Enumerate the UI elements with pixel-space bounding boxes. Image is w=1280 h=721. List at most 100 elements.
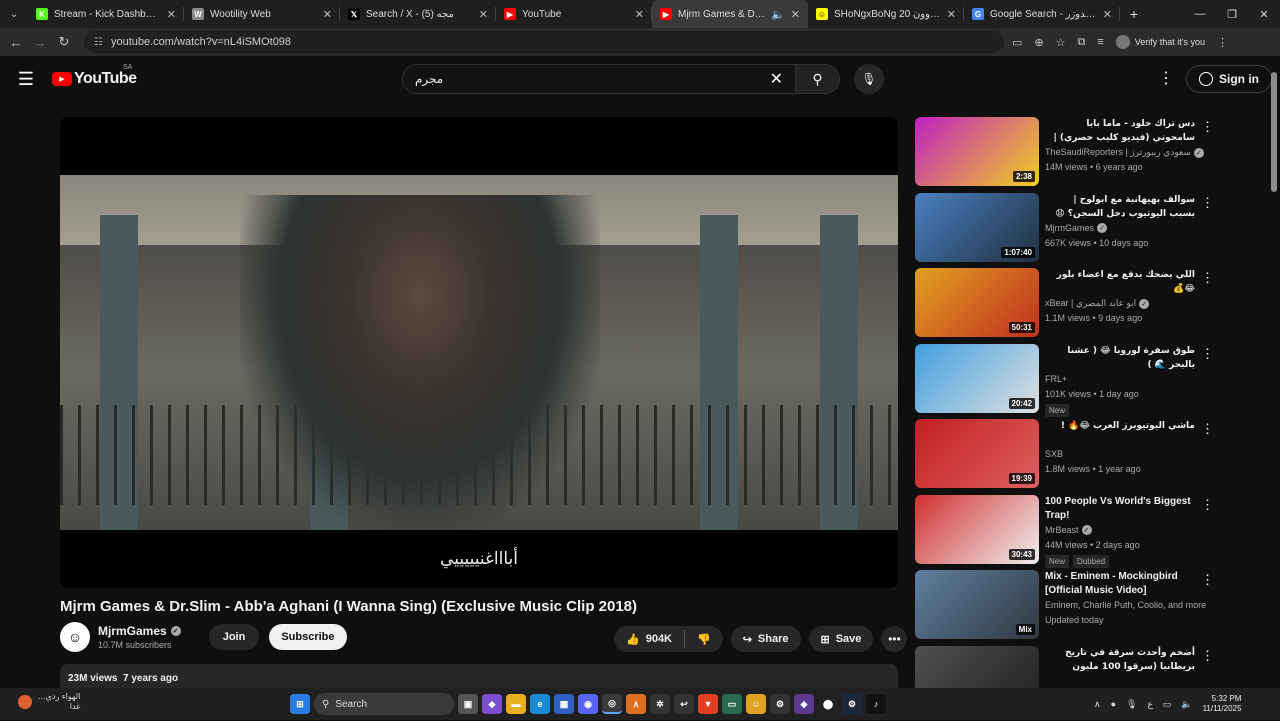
- channel-avatar[interactable]: ☺: [60, 622, 90, 652]
- new-tab-button[interactable]: +: [1120, 6, 1148, 22]
- recommendation-channel[interactable]: xBear | ابو عابد المصري✓: [1045, 298, 1149, 309]
- back-arrow-icon[interactable]: ←: [4, 35, 28, 50]
- search-input[interactable]: مجرم ✕: [402, 64, 796, 94]
- task-view-icon[interactable]: ▣: [458, 694, 478, 714]
- recommendation-item[interactable]: 1:07:40سوالف بهيهانية مع ابولوح | بسبب ا…: [915, 193, 1215, 269]
- app-icon[interactable]: ↩: [674, 694, 694, 714]
- close-window-icon[interactable]: ✕: [1248, 8, 1280, 21]
- search-button[interactable]: ⚲: [796, 64, 840, 94]
- recommendation-channel[interactable]: SXB: [1045, 449, 1063, 459]
- app-icon[interactable]: ☺: [746, 694, 766, 714]
- video-thumbnail[interactable]: 2:38: [915, 117, 1039, 186]
- taskbar-search[interactable]: ⚲ Search: [314, 693, 454, 715]
- recommendation-item[interactable]: MixMix - Eminem - Mockingbird [Official …: [915, 570, 1215, 646]
- browser-tab[interactable]: KStream - Kick Dashboard✕: [28, 0, 184, 28]
- file-explorer-icon[interactable]: ▬: [506, 694, 526, 714]
- recommendation-channel[interactable]: TheSaudiReporters | سعودي ريبورترز✓: [1045, 147, 1204, 158]
- recommendation-item[interactable]: 30:43100 People Vs World's Biggest Trap!…: [915, 495, 1215, 571]
- close-tab-icon[interactable]: ✕: [1103, 8, 1112, 21]
- channel-name-row[interactable]: MjrmGames ✓: [98, 624, 181, 638]
- site-info-icon[interactable]: ☷: [94, 37, 103, 48]
- app-icon[interactable]: ✲: [650, 694, 670, 714]
- browser-tab[interactable]: ▶YouTube✕: [496, 0, 652, 28]
- recommendation-title[interactable]: ماشي اليوتيوبرز العرب 😂🔥 !: [1045, 419, 1195, 433]
- more-options-icon[interactable]: ⋮: [1201, 195, 1214, 211]
- edge-icon[interactable]: e: [530, 694, 550, 714]
- more-options-icon[interactable]: ⋮: [1201, 270, 1214, 286]
- video-thumbnail[interactable]: 50:31: [915, 268, 1039, 337]
- recommendation-item[interactable]: 2:38دس تراك خلود - ماما بابا سامحوني (في…: [915, 117, 1215, 193]
- more-options-icon[interactable]: ⋮: [1201, 648, 1214, 664]
- close-tab-icon[interactable]: ✕: [635, 8, 644, 21]
- video-thumbnail[interactable]: 30:43: [915, 495, 1039, 564]
- tab-search-icon[interactable]: ⌄: [0, 0, 28, 28]
- more-options-icon[interactable]: ⋮: [1201, 497, 1214, 513]
- recommendation-item[interactable]: 19:39ماشي اليوتيوبرز العرب 😂🔥 !SXB1.8M v…: [915, 419, 1215, 495]
- video-thumbnail[interactable]: 1:07:40: [915, 193, 1039, 262]
- page-scrollbar[interactable]: [1270, 62, 1278, 688]
- close-tab-icon[interactable]: ✕: [479, 8, 488, 21]
- browser-menu-icon[interactable]: ⋮: [1217, 36, 1228, 49]
- browser-tab[interactable]: WWootility Web✕: [184, 0, 340, 28]
- weather-widget[interactable]: الهواء ردي... غدا: [18, 692, 80, 712]
- store-icon[interactable]: ▦: [554, 694, 574, 714]
- video-thumbnail[interactable]: Mix: [915, 570, 1039, 639]
- extensions-icon[interactable]: ⧉: [1078, 36, 1086, 49]
- forward-arrow-icon[interactable]: →: [28, 35, 52, 50]
- browser-tab[interactable]: ☺SHoNgxBoNg 20 مليووون (@sh✕: [808, 0, 964, 28]
- hamburger-menu-icon[interactable]: ☰: [0, 69, 52, 90]
- app-icon[interactable]: ⬤: [818, 694, 838, 714]
- audio-icon[interactable]: 🔈: [771, 8, 785, 21]
- app-icon[interactable]: ∧: [626, 694, 646, 714]
- recommendation-title[interactable]: أضخم وأحدث سرقة في تاريخ بريطانيا (سرقوا…: [1045, 646, 1195, 674]
- recommendation-channel[interactable]: FRL+: [1045, 374, 1067, 384]
- save-button[interactable]: ⊞ Save: [809, 626, 874, 652]
- restore-icon[interactable]: ❐: [1216, 8, 1248, 21]
- zoom-icon[interactable]: ⊕: [1034, 36, 1043, 49]
- close-tab-icon[interactable]: ✕: [791, 8, 800, 21]
- like-icon[interactable]: 👍: [626, 633, 640, 646]
- app-icon[interactable]: ◈: [794, 694, 814, 714]
- youtube-logo[interactable]: ▶ YouTube SA: [52, 70, 137, 88]
- close-tab-icon[interactable]: ✕: [167, 8, 176, 21]
- media-control-icon[interactable]: ≡: [1097, 36, 1103, 48]
- microphone-icon[interactable]: 🎙: [1126, 699, 1137, 710]
- app-icon[interactable]: ▭: [722, 694, 742, 714]
- subscribe-button[interactable]: Subscribe: [269, 624, 346, 650]
- tray-app-icon[interactable]: ●: [1111, 699, 1116, 709]
- recommendation-title[interactable]: طوق سفرة لوروبا 😂 ( عشنا بالبحر 🌊 ): [1045, 344, 1195, 372]
- url-field[interactable]: ☷ youtube.com/watch?v=nL4iSMOt098: [84, 31, 1004, 53]
- more-options-icon[interactable]: ⋮: [1201, 119, 1214, 135]
- recommendation-channel[interactable]: Eminem, Charlie Puth, Coolio, and more: [1045, 600, 1206, 610]
- volume-icon[interactable]: 🔈: [1181, 699, 1192, 710]
- recommendation-title[interactable]: 100 People Vs World's Biggest Trap!: [1045, 495, 1195, 523]
- recommendation-title[interactable]: اللي يضحك يدفع مع اعضاء بلور 😂💰: [1045, 268, 1195, 296]
- video-thumbnail[interactable]: 20:42: [915, 344, 1039, 413]
- recommendation-channel[interactable]: MrBeast✓: [1045, 525, 1092, 535]
- video-thumbnail[interactable]: 19:39: [915, 419, 1039, 488]
- browser-tab[interactable]: ▶Mjrm Games & Dr.Slim - Al🔈✕: [652, 0, 808, 28]
- brave-icon[interactable]: ▼: [698, 694, 718, 714]
- app-icon[interactable]: ⚙: [770, 694, 790, 714]
- like-count[interactable]: 904K: [646, 633, 672, 645]
- chrome-icon[interactable]: ◎: [602, 694, 622, 714]
- dislike-icon[interactable]: 👎: [697, 633, 711, 646]
- network-icon[interactable]: ▭: [1163, 699, 1172, 710]
- clear-search-icon[interactable]: ✕: [770, 69, 783, 89]
- start-windows-icon[interactable]: ⊞: [290, 694, 310, 714]
- close-tab-icon[interactable]: ✕: [947, 8, 956, 21]
- reload-icon[interactable]: ↻: [52, 34, 76, 50]
- more-options-icon[interactable]: ⋮: [1201, 572, 1214, 588]
- browser-tab[interactable]: GGoogle Search - البلدوزر✕: [964, 0, 1120, 28]
- recommendation-item[interactable]: 50:31اللي يضحك يدفع مع اعضاء بلور 😂💰 xBea…: [915, 268, 1215, 344]
- recommendation-title[interactable]: Mix - Eminem - Mockingbird [Official Mus…: [1045, 570, 1195, 598]
- join-button[interactable]: Join: [209, 624, 260, 650]
- cast-icon[interactable]: ▭: [1012, 36, 1022, 49]
- minimize-icon[interactable]: —: [1184, 8, 1216, 21]
- recommendation-title[interactable]: سوالف بهيهانية مع ابولوح | بسبب اليوتيوب…: [1045, 193, 1195, 221]
- discord-icon[interactable]: ◉: [578, 694, 598, 714]
- recommendation-item[interactable]: 20:42طوق سفرة لوروبا 😂 ( عشنا بالبحر 🌊 )…: [915, 344, 1215, 420]
- profile-button[interactable]: Verify that it's you: [1116, 35, 1205, 49]
- more-options-icon[interactable]: ⋮: [1201, 421, 1214, 437]
- scrollbar-thumb[interactable]: [1271, 72, 1277, 192]
